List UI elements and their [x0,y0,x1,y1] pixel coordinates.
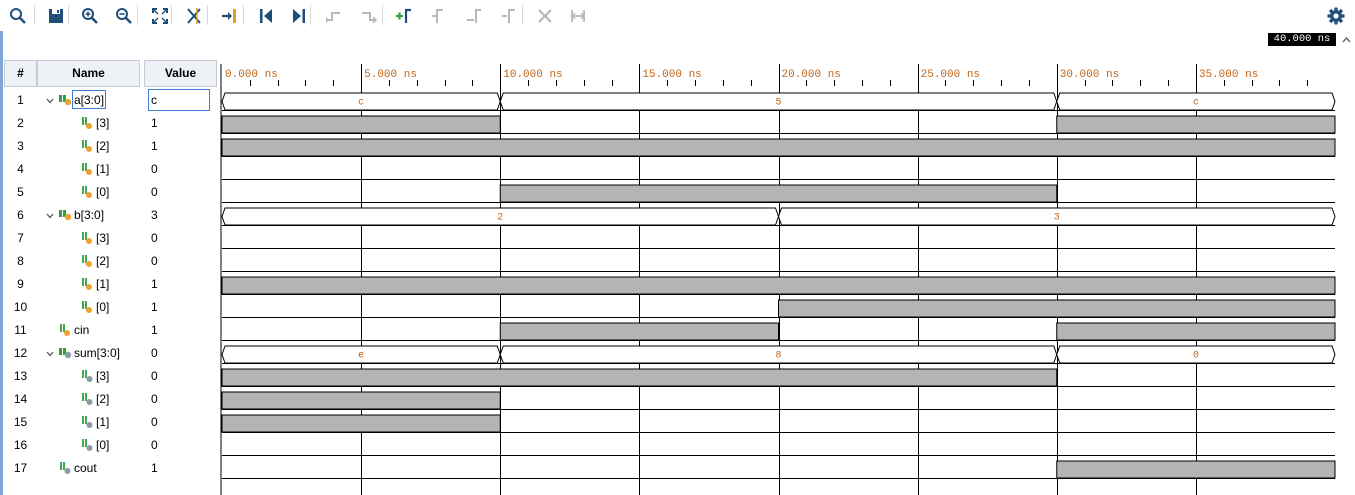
high-level-segment [221,138,1336,157]
bus-value-label: 5 [775,98,781,109]
high-level-segment [1056,460,1336,479]
high-level-segment [221,276,1336,295]
time-tick-label: 30.000 ns [1060,69,1119,81]
bus-value-label: 3 [1054,213,1060,224]
time-tick-label: 15.000 ns [642,69,701,81]
high-level-segment [499,322,779,341]
high-level-segment [499,184,1058,203]
high-level-segment [1056,322,1336,341]
time-tick-label: 10.000 ns [503,69,562,81]
high-level-segment [1056,115,1336,134]
bus-value-label: c [358,98,364,109]
bus-value-label: e [358,351,364,362]
high-level-segment [221,414,501,433]
high-level-segment [778,299,1336,318]
bus-value-label: c [1193,98,1199,109]
bus-value-label: 0 [1193,351,1199,362]
high-level-segment [221,115,501,134]
bus-value-label: 8 [775,351,781,362]
time-tick-label: 20.000 ns [782,69,841,81]
time-tick-label: 35.000 ns [1199,69,1258,81]
bus-value-label: 2 [497,213,503,224]
high-level-segment [221,391,501,410]
scroll-up-chevron-icon[interactable] [1340,33,1353,47]
waveform-viewer[interactable]: 0.000 ns 5.000 ns 10.000 ns 15.000 ns 20.000… [0,0,1355,495]
high-level-segment [221,368,1058,387]
time-tick-label: 5.000 ns [364,69,417,81]
time-tick-label: 25.000 ns [921,69,980,81]
cursor-time-label[interactable]: 40.000 ns [1268,33,1336,46]
time-tick-label: 0.000 ns [225,69,278,81]
